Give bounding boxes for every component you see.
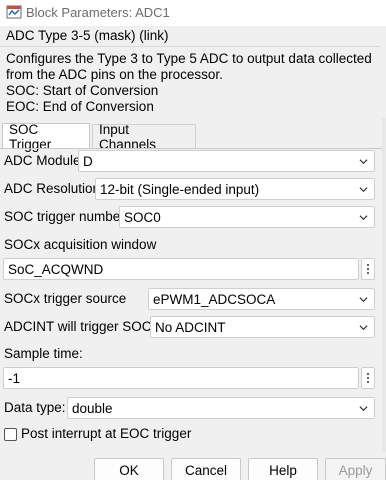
apply-label: Apply xyxy=(338,463,373,478)
post-interrupt-label: Post interrupt at EOC trigger xyxy=(21,426,192,441)
data-type-value: double xyxy=(72,400,113,416)
tab-label: Input Channels xyxy=(99,121,157,152)
sample-time-label: Sample time: xyxy=(4,346,83,361)
more-vertical-icon[interactable] xyxy=(361,258,375,280)
soc-trigger-source-select[interactable]: ePWM1_ADCSOCA xyxy=(148,288,375,310)
ok-button[interactable]: OK xyxy=(94,458,164,480)
chevron-down-icon xyxy=(359,297,368,303)
adc-module-value: D xyxy=(83,153,93,169)
adc-resolution-label: ADC Resolution xyxy=(4,181,101,196)
chevron-down-icon xyxy=(359,187,368,193)
title-bar: Block Parameters: ADC1 xyxy=(0,0,386,26)
description-line: from the ADC pins on the processor. xyxy=(6,67,223,82)
soc-trigger-number-label: SOC trigger number xyxy=(4,209,125,224)
chevron-down-icon xyxy=(359,325,368,331)
chevron-down-icon xyxy=(359,215,368,221)
help-button[interactable]: Help xyxy=(248,458,318,480)
help-label: Help xyxy=(269,463,297,478)
tab-divider xyxy=(0,148,386,149)
chevron-down-icon xyxy=(359,159,368,165)
button-bar: OK Cancel Help Apply xyxy=(0,452,386,480)
acq-window-value: SoC_ACQWND xyxy=(8,261,104,277)
soc-trigger-number-select[interactable]: SOC0 xyxy=(119,206,375,228)
tab-strip: SOC Trigger Input Channels xyxy=(0,121,386,152)
acq-window-label: SOCx acquisition window xyxy=(4,237,157,252)
description-line: SOC: Start of Conversion xyxy=(6,83,159,98)
chevron-down-icon xyxy=(359,406,368,412)
ok-label: OK xyxy=(119,463,139,478)
tab-label: SOC Trigger xyxy=(9,121,52,152)
sample-time-value: -1 xyxy=(8,370,21,386)
description-line: Configures the Type 3 to Type 5 ADC to o… xyxy=(6,51,372,66)
soc-trigger-source-value: ePWM1_ADCSOCA xyxy=(153,291,276,307)
adc-module-label: ADC Module xyxy=(4,153,81,168)
cancel-label: Cancel xyxy=(184,463,228,478)
post-interrupt-checkbox[interactable] xyxy=(4,428,17,441)
cancel-button[interactable]: Cancel xyxy=(171,458,241,480)
sample-time-input[interactable]: -1 xyxy=(3,367,359,389)
adcint-trigger-select[interactable]: No ADCINT xyxy=(150,316,375,338)
adcint-trigger-value: No ADCINT xyxy=(155,319,226,335)
description-line: EOC: End of Conversion xyxy=(6,99,154,114)
soc-trigger-source-label: SOCx trigger source xyxy=(4,291,127,306)
simulink-block-icon xyxy=(6,5,22,19)
window-title: Block Parameters: ADC1 xyxy=(26,5,170,20)
adc-module-select[interactable]: D xyxy=(78,150,375,172)
tab-soc-trigger[interactable]: SOC Trigger xyxy=(2,121,90,152)
data-type-label: Data type: xyxy=(4,400,66,415)
tab-input-channels[interactable]: Input Channels xyxy=(92,122,196,152)
soc-trigger-number-value: SOC0 xyxy=(124,209,161,225)
more-vertical-icon[interactable] xyxy=(361,367,375,389)
mask-description-panel: ADC Type 3-5 (mask) (link) Configures th… xyxy=(0,26,386,118)
adc-resolution-select[interactable]: 12-bit (Single-ended input) xyxy=(95,178,375,200)
divider xyxy=(0,46,380,47)
data-type-select[interactable]: double xyxy=(67,397,375,419)
adc-resolution-value: 12-bit (Single-ended input) xyxy=(100,181,260,197)
acq-window-input[interactable]: SoC_ACQWND xyxy=(3,258,359,280)
adcint-trigger-label: ADCINT will trigger SOCx xyxy=(4,319,159,334)
apply-button[interactable]: Apply xyxy=(325,458,386,480)
scrollbar[interactable] xyxy=(382,118,386,452)
mask-title: ADC Type 3-5 (mask) (link) xyxy=(6,28,169,43)
